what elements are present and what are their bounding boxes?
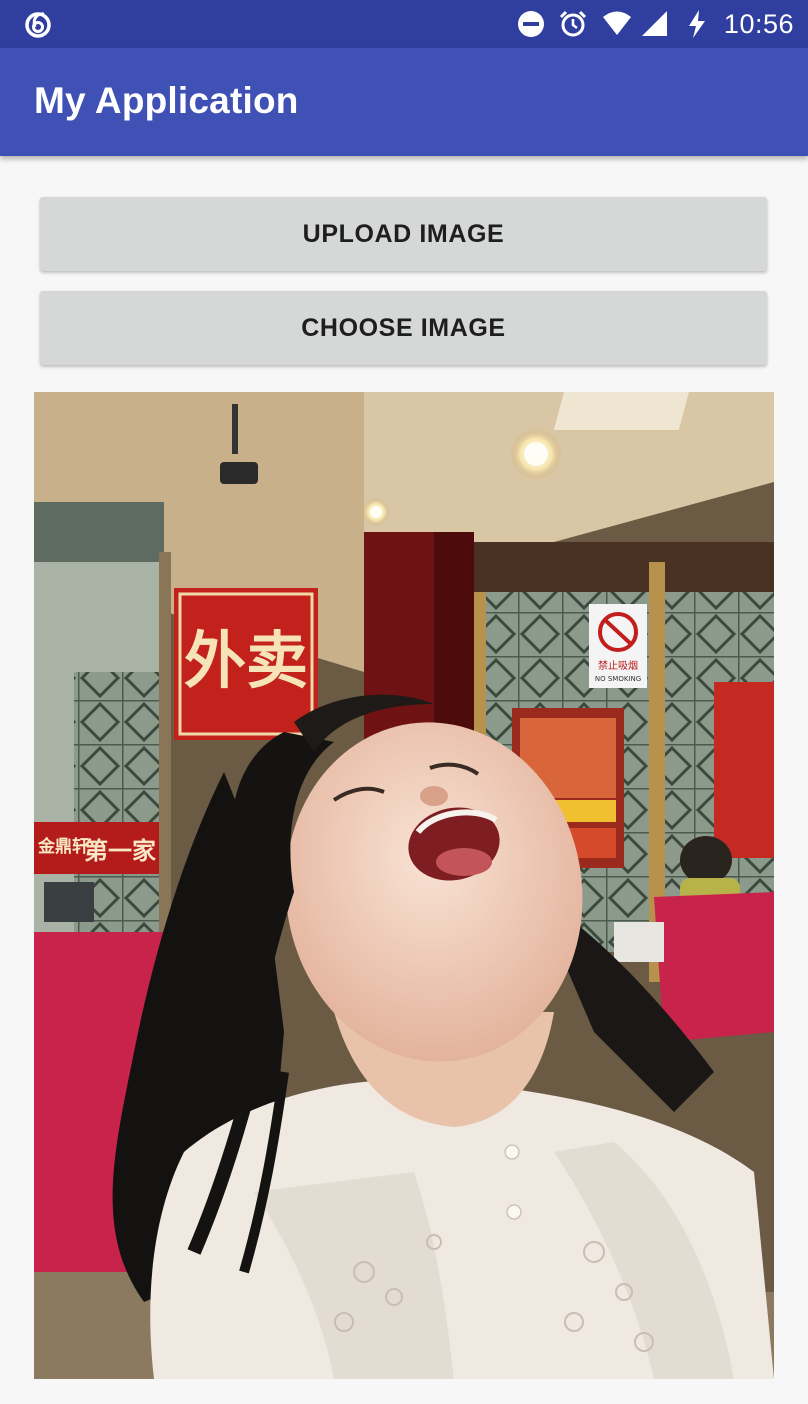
photo-laughing-child: 外卖 金鼎轩 第一家 禁止吸烟 NO SMOKING — [34, 392, 774, 1379]
svg-text:NO SMOKING: NO SMOKING — [595, 675, 641, 683]
status-time: 10:56 — [723, 8, 794, 39]
image-preview: 外卖 金鼎轩 第一家 禁止吸烟 NO SMOKING — [34, 392, 774, 1379]
alarm-icon — [559, 10, 586, 37]
notification-swirl-icon — [25, 12, 51, 38]
wifi-icon — [602, 11, 631, 35]
do-not-disturb-icon — [517, 11, 544, 37]
upload-image-button[interactable]: UPLOAD IMAGE — [40, 197, 767, 271]
svg-text:外卖: 外卖 — [184, 624, 308, 697]
battery-charging-icon — [688, 10, 705, 38]
app-bar: My Application — [0, 48, 808, 156]
svg-text:禁止吸烟: 禁止吸烟 — [598, 659, 638, 672]
status-bar: 10:56 — [0, 0, 808, 48]
svg-text:第一家: 第一家 — [84, 837, 156, 865]
app-title: My Application — [34, 80, 299, 121]
choose-image-button[interactable]: CHOOSE IMAGE — [40, 291, 767, 365]
svg-text:金鼎轩: 金鼎轩 — [37, 836, 89, 857]
cell-signal-icon — [641, 11, 667, 36]
